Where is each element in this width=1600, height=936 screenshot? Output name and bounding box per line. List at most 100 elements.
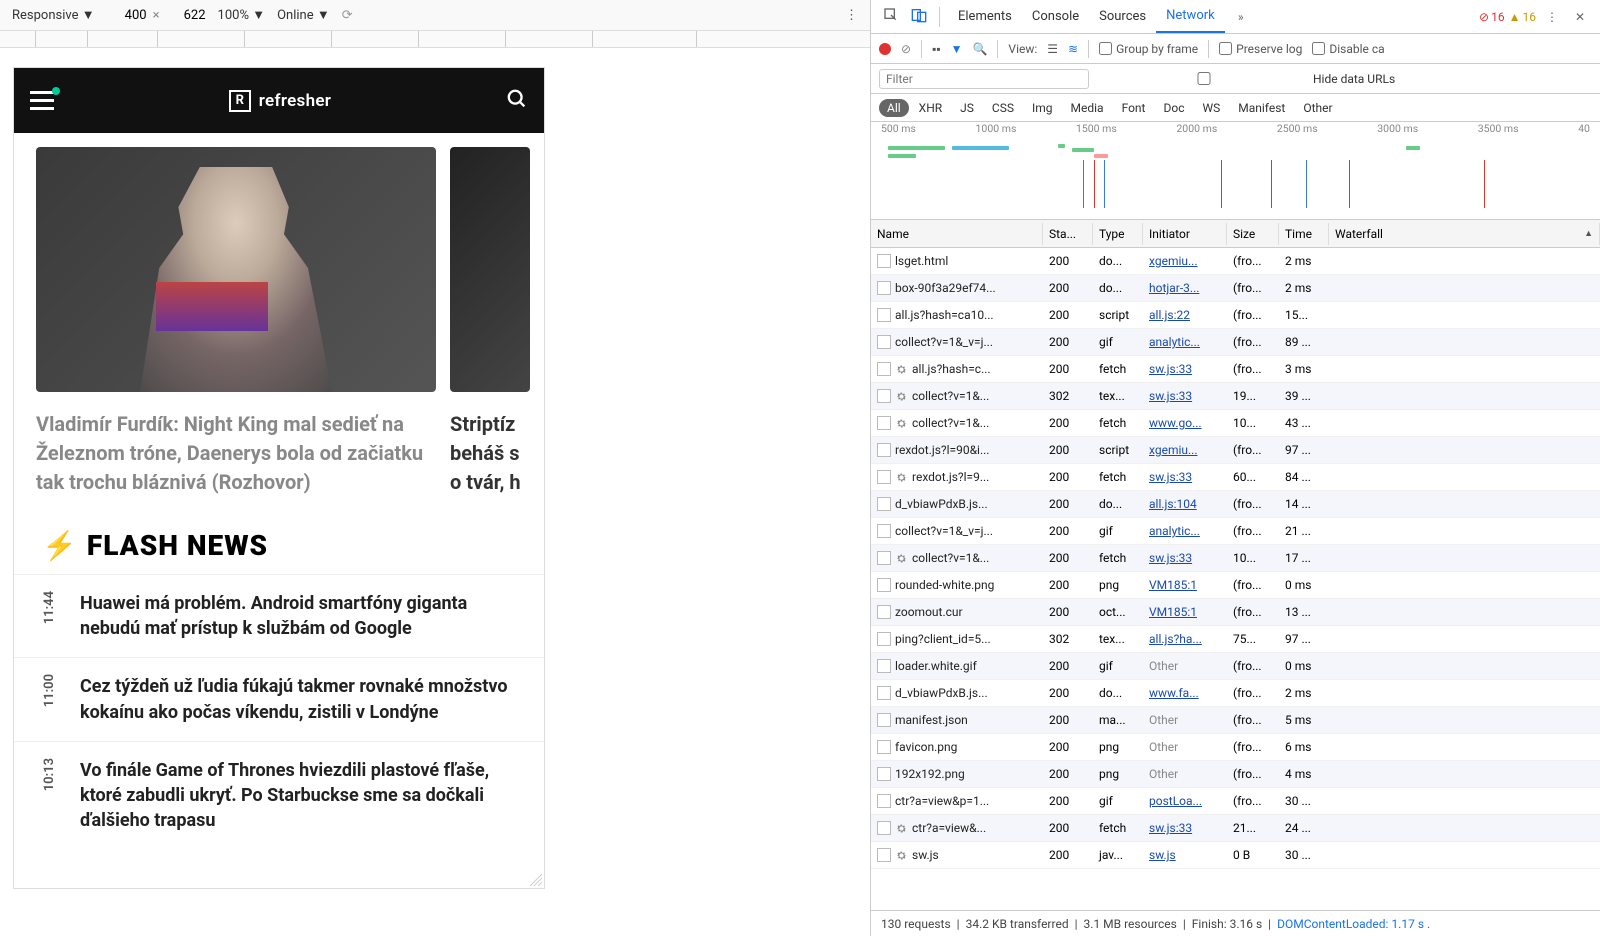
filter-other[interactable]: Other (1295, 99, 1340, 117)
table-row[interactable]: collect?v=1&_v=j...200gifanalytic...(fro… (871, 329, 1600, 356)
cell-initiator[interactable]: all.js?ha... (1143, 629, 1227, 649)
table-row[interactable]: sw.js200jav...sw.js0 B30 ... (871, 842, 1600, 869)
filter-media[interactable]: Media (1063, 99, 1112, 117)
table-row[interactable]: collect?v=1&...200fetchsw.js:3310...17 .… (871, 545, 1600, 572)
record-icon[interactable] (879, 43, 891, 55)
view-list-icon[interactable]: ☰ (1047, 42, 1058, 56)
throttle-selector[interactable]: Online ▼ (277, 7, 330, 23)
inspect-icon[interactable] (879, 7, 903, 26)
table-row[interactable]: collect?v=1&...302tex...sw.js:3319...39 … (871, 383, 1600, 410)
hide-data-urls-checkbox[interactable]: Hide data URLs (1099, 72, 1395, 86)
col-waterfall[interactable]: Waterfall▲ (1329, 223, 1600, 245)
table-row[interactable]: d_vbiawPdxB.js...200do...all.js:104(fro.… (871, 491, 1600, 518)
close-icon[interactable]: ✕ (1568, 10, 1592, 24)
cell-initiator[interactable]: hotjar-3... (1143, 278, 1227, 298)
cell-initiator[interactable]: sw.js:33 (1143, 386, 1227, 406)
cell-initiator[interactable]: xgemiu... (1143, 440, 1227, 460)
height-input[interactable] (166, 8, 206, 23)
cell-initiator[interactable]: postLoa... (1143, 791, 1227, 811)
device-selector[interactable]: Responsive ▼ (12, 7, 95, 23)
flash-item[interactable]: 11:44Huawei má problém. Android smartfón… (14, 574, 544, 657)
group-by-frame-checkbox[interactable]: Group by frame (1099, 42, 1198, 56)
article-carousel[interactable]: Vladimír Furdík: Night King mal sedieť n… (14, 133, 544, 497)
cell-initiator[interactable]: analytic... (1143, 521, 1227, 541)
filter-doc[interactable]: Doc (1155, 99, 1192, 117)
cell-initiator[interactable]: sw.js:33 (1143, 548, 1227, 568)
filter-ws[interactable]: WS (1194, 99, 1228, 117)
filter-xhr[interactable]: XHR (911, 99, 950, 117)
table-row[interactable]: loader.white.gif200gifOther(fro...0 ms (871, 653, 1600, 680)
flash-item[interactable]: 10:13Vo finále Game of Thrones hviezdili… (14, 741, 544, 850)
cell-initiator[interactable]: VM185:1 (1143, 602, 1227, 622)
kebab-icon[interactable]: ⋮ (845, 8, 858, 23)
col-name[interactable]: Name (871, 223, 1043, 245)
cell-initiator[interactable]: sw.js:33 (1143, 818, 1227, 838)
col-initiator[interactable]: Initiator (1143, 223, 1227, 245)
search-icon[interactable]: 🔍 (972, 42, 987, 56)
width-input[interactable] (107, 8, 147, 23)
cell-initiator[interactable]: sw.js:33 (1143, 467, 1227, 487)
table-row[interactable]: box-90f3a29ef74...200do...hotjar-3...(fr… (871, 275, 1600, 302)
preserve-log-checkbox[interactable]: Preserve log (1219, 42, 1302, 56)
device-toggle-icon[interactable] (907, 7, 931, 26)
filter-img[interactable]: Img (1024, 99, 1061, 117)
clear-icon[interactable]: ⊘ (901, 42, 911, 56)
filter-font[interactable]: Font (1114, 99, 1154, 117)
cell-initiator[interactable]: www.go... (1143, 413, 1227, 433)
cell-initiator[interactable]: xgemiu... (1143, 251, 1227, 271)
table-row[interactable]: ctr?a=view&...200fetchsw.js:3321...24 ..… (871, 815, 1600, 842)
tab-network[interactable]: Network (1156, 0, 1225, 33)
filter-all[interactable]: All (879, 99, 909, 117)
table-row[interactable]: lsget.html200do...xgemiu...(fro...2 ms (871, 248, 1600, 275)
cell-initiator[interactable]: analytic... (1143, 332, 1227, 352)
search-icon[interactable] (506, 88, 528, 114)
overview-timeline[interactable]: 500 ms1000 ms1500 ms2000 ms2500 ms3000 m… (871, 122, 1600, 220)
cell-initiator[interactable]: sw.js (1143, 845, 1227, 865)
col-type[interactable]: Type (1093, 223, 1143, 245)
filter-input[interactable] (879, 69, 1089, 89)
col-time[interactable]: Time (1279, 223, 1329, 245)
zoom-selector[interactable]: 100% ▼ (218, 7, 266, 23)
filter-icon[interactable]: ▼ (951, 42, 963, 56)
flash-item[interactable]: 11:00Cez týždeň už ľudia fúkajú takmer r… (14, 657, 544, 740)
disable-cache-checkbox[interactable]: Disable ca (1312, 42, 1384, 56)
col-size[interactable]: Size (1227, 223, 1279, 245)
hamburger-icon[interactable] (30, 91, 54, 110)
camera-icon[interactable]: ▪▪ (932, 42, 941, 56)
filter-js[interactable]: JS (952, 99, 982, 117)
tab-elements[interactable]: Elements (948, 0, 1022, 33)
table-row[interactable]: favicon.png200pngOther(fro...6 ms (871, 734, 1600, 761)
table-row[interactable]: ping?client_id=5...302tex...all.js?ha...… (871, 626, 1600, 653)
table-row[interactable]: collect?v=1&...200fetchwww.go...10...43 … (871, 410, 1600, 437)
network-table-header[interactable]: Name Sta... Type Initiator Size Time Wat… (871, 220, 1600, 248)
table-row[interactable]: ctr?a=view&p=1...200gifpostLoa...(fro...… (871, 788, 1600, 815)
tab-sources[interactable]: Sources (1089, 0, 1156, 33)
col-status[interactable]: Sta... (1043, 223, 1093, 245)
table-row[interactable]: collect?v=1&_v=j...200gifanalytic...(fro… (871, 518, 1600, 545)
error-badge[interactable]: ⊘ 16 (1479, 10, 1505, 24)
more-tabs-icon[interactable]: » (1229, 10, 1253, 24)
article-card[interactable]: Vladimír Furdík: Night King mal sedieť n… (36, 147, 436, 497)
table-row[interactable]: all.js?hash=ca10...200scriptall.js:22(fr… (871, 302, 1600, 329)
cell-initiator[interactable]: all.js:22 (1143, 305, 1227, 325)
tab-console[interactable]: Console (1022, 0, 1089, 33)
cell-initiator[interactable]: all.js:104 (1143, 494, 1227, 514)
brand-logo[interactable]: R refresher (229, 90, 331, 112)
filter-css[interactable]: CSS (984, 99, 1022, 117)
table-row[interactable]: all.js?hash=c...200fetchsw.js:33(fro...3… (871, 356, 1600, 383)
table-row[interactable]: zoomout.cur200oct...VM185:1(fro...13 ... (871, 599, 1600, 626)
table-row[interactable]: manifest.json200ma...Other(fro...5 ms (871, 707, 1600, 734)
network-table-body[interactable]: lsget.html200do...xgemiu...(fro...2 msbo… (871, 248, 1600, 910)
cell-initiator[interactable]: sw.js:33 (1143, 359, 1227, 379)
resize-handle-corner[interactable] (526, 870, 542, 886)
table-row[interactable]: 192x192.png200pngOther(fro...4 ms (871, 761, 1600, 788)
cell-initiator[interactable]: www.fa... (1143, 683, 1227, 703)
article-card[interactable]: Striptíz beháš s o tvár, h (450, 147, 530, 497)
warning-badge[interactable]: ▲ 16 (1509, 10, 1536, 24)
rotate-icon[interactable]: ⟳ (342, 8, 353, 23)
table-row[interactable]: rexdot.js?l=9...200fetchsw.js:3360...84 … (871, 464, 1600, 491)
view-waterfall-icon[interactable]: ≋ (1068, 42, 1078, 56)
table-row[interactable]: rexdot.js?l=90&i...200scriptxgemiu...(fr… (871, 437, 1600, 464)
filter-manifest[interactable]: Manifest (1230, 99, 1293, 117)
cell-initiator[interactable]: VM185:1 (1143, 575, 1227, 595)
